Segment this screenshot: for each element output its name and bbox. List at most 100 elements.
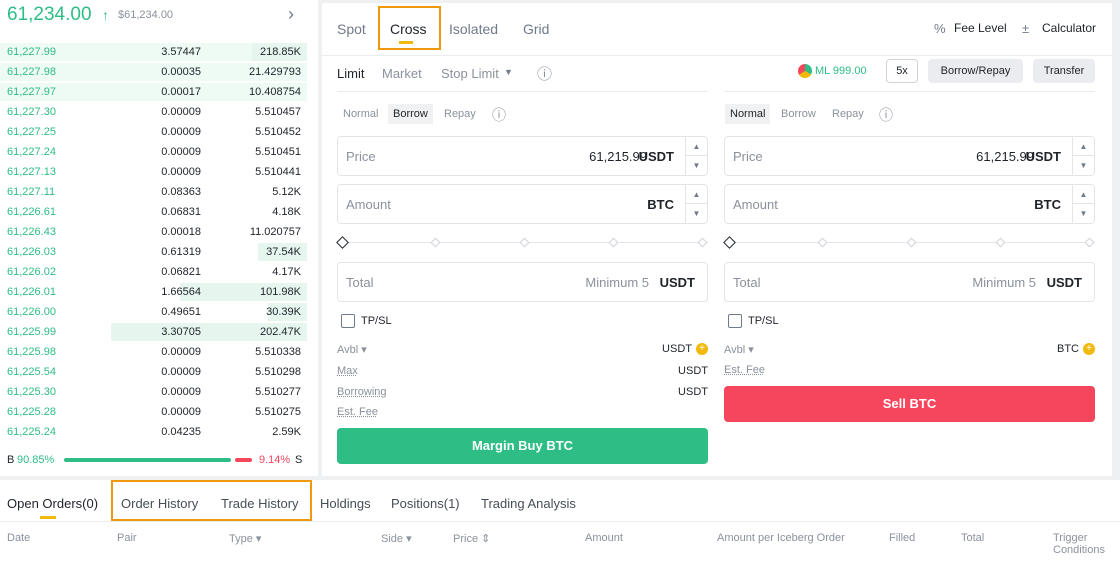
order-book-row[interactable]: 61,226.61 0.06831 4.18K	[0, 202, 318, 222]
order-book-row[interactable]: 61,225.98 0.00009 5.510338	[0, 342, 318, 362]
sell-amount-stepper[interactable]: ▲ ▼	[1072, 185, 1094, 223]
buy-price-stepper[interactable]: ▲ ▼	[685, 137, 707, 175]
stepper-up-icon[interactable]: ▲	[1073, 137, 1094, 156]
sell-avbl-value: BTC +	[1057, 343, 1095, 356]
order-book-row[interactable]: 61,225.54 0.00009 5.510298	[0, 362, 318, 382]
margin-buy-button[interactable]: Margin Buy BTC	[337, 428, 708, 464]
order-book-row[interactable]: 61,227.97 0.00017 10.408754	[0, 82, 318, 102]
order-book-row[interactable]: 61,226.00 0.49651 30.39K	[0, 302, 318, 322]
sell-total-placeholder: Minimum 5	[972, 275, 1036, 290]
sell-mode-borrow[interactable]: Borrow	[781, 108, 816, 120]
tab-isolated[interactable]: Isolated	[449, 21, 498, 37]
divider	[0, 521, 1120, 522]
sell-ratio-fill	[234, 458, 252, 462]
tab-open-orders[interactable]: Open Orders(0)	[7, 496, 98, 511]
buy-price-label: Price	[346, 149, 376, 164]
tab-trading-analysis[interactable]: Trading Analysis	[481, 496, 576, 511]
sell-ratio-label: S	[295, 454, 303, 466]
row-quantity: 0.06821	[161, 266, 201, 278]
sell-price-stepper[interactable]: ▲ ▼	[1072, 137, 1094, 175]
sell-amount-slider[interactable]	[723, 236, 1095, 250]
fee-level-link[interactable]: Fee Level	[954, 21, 1007, 35]
order-type-market[interactable]: Market	[382, 66, 422, 81]
order-book-row[interactable]: 61,226.02 0.06821 4.17K	[0, 262, 318, 282]
stepper-up-icon[interactable]: ▲	[686, 185, 707, 204]
sell-price-field[interactable]: Price 61,215.99 USDT ▲ ▼	[724, 136, 1095, 176]
tab-holdings[interactable]: Holdings	[320, 496, 371, 511]
row-total: 5.510441	[255, 166, 301, 178]
sell-avbl-label[interactable]: Avbl ▾	[724, 343, 754, 356]
info-icon[interactable]: ⓘ	[879, 105, 893, 125]
last-price: 61,234.00	[7, 4, 92, 25]
order-type-limit[interactable]: Limit	[337, 66, 364, 81]
stepper-down-icon[interactable]: ▼	[1073, 156, 1094, 175]
buy-price-field[interactable]: Price 61,215.99 USDT ▲ ▼	[337, 136, 708, 176]
buy-tpsl-checkbox[interactable]	[341, 314, 355, 328]
info-icon[interactable]: ⓘ	[492, 105, 506, 125]
sell-est-fee-label: Est. Fee	[724, 364, 765, 376]
sell-button[interactable]: Sell BTC	[724, 386, 1095, 422]
order-book-row[interactable]: 61,227.24 0.00009 5.510451	[0, 142, 318, 162]
chevron-right-icon[interactable]: ›	[288, 4, 294, 25]
slider-handle[interactable]	[723, 236, 736, 249]
buy-mode-normal[interactable]: Normal	[343, 108, 378, 120]
buy-mode-borrow[interactable]: Borrow	[388, 104, 433, 124]
stepper-down-icon[interactable]: ▼	[686, 204, 707, 223]
order-type-stop-limit[interactable]: Stop Limit	[441, 66, 499, 81]
order-book-row[interactable]: 61,227.30 0.00009 5.510457	[0, 102, 318, 122]
stepper-down-icon[interactable]: ▼	[1073, 204, 1094, 223]
order-book-row[interactable]: 61,225.24 0.04235 2.59K	[0, 422, 318, 442]
add-funds-icon[interactable]: +	[696, 343, 708, 356]
sell-tpsl-checkbox[interactable]	[728, 314, 742, 328]
tab-trade-history[interactable]: Trade History	[221, 496, 299, 511]
add-funds-icon[interactable]: +	[1083, 343, 1095, 356]
order-book-row[interactable]: 61,227.11 0.08363 5.12K	[0, 182, 318, 202]
order-book-row[interactable]: 61,225.28 0.00009 5.510275	[0, 402, 318, 422]
tab-spot[interactable]: Spot	[337, 21, 366, 37]
order-book-row[interactable]: 61,226.43 0.00018 11.020757	[0, 222, 318, 242]
sell-total-field[interactable]: Total Minimum 5 USDT	[724, 262, 1095, 302]
borrow-repay-button[interactable]: Borrow/Repay	[928, 59, 1023, 83]
order-book-row[interactable]: 61,225.30 0.00009 5.510277	[0, 382, 318, 402]
order-book-row[interactable]: 61,227.25 0.00009 5.510452	[0, 122, 318, 142]
stepper-up-icon[interactable]: ▲	[1073, 185, 1094, 204]
buy-max-unit: USDT	[678, 365, 708, 377]
tab-grid[interactable]: Grid	[523, 21, 549, 37]
col-price[interactable]: Price ⇕	[453, 532, 490, 545]
info-icon[interactable]: ⓘ	[537, 63, 552, 84]
col-filled: Filled	[889, 532, 916, 544]
tab-order-history[interactable]: Order History	[121, 496, 198, 511]
sell-mode-normal[interactable]: Normal	[725, 104, 771, 124]
transfer-button[interactable]: Transfer	[1033, 59, 1095, 83]
row-total: 5.510275	[255, 406, 301, 418]
buy-mode-repay[interactable]: Repay	[444, 108, 476, 120]
buy-avbl-label[interactable]: Avbl ▾	[337, 343, 367, 356]
row-quantity: 0.49651	[161, 306, 201, 318]
order-book-row[interactable]: 61,225.99 3.30705 202.47K	[0, 322, 318, 342]
buy-amount-field[interactable]: Amount BTC ▲ ▼	[337, 184, 708, 224]
sell-amount-field[interactable]: Amount BTC ▲ ▼	[724, 184, 1095, 224]
row-total: 37.54K	[266, 246, 301, 258]
order-book-row[interactable]: 61,227.13 0.00009 5.510441	[0, 162, 318, 182]
order-book-row[interactable]: 61,226.03 0.61319 37.54K	[0, 242, 318, 262]
slider-handle[interactable]	[336, 236, 349, 249]
sell-mode-repay[interactable]: Repay	[832, 108, 864, 120]
calculator-link[interactable]: Calculator	[1042, 21, 1096, 35]
col-side[interactable]: Side ▾	[381, 532, 412, 545]
order-book-row[interactable]: 61,227.99 3.57447 218.85K	[0, 42, 318, 62]
leverage-button[interactable]: 5x	[886, 59, 918, 83]
order-book-row[interactable]: 61,226.01 1.66564 101.98K	[0, 282, 318, 302]
buy-price-unit: USDT	[638, 149, 674, 164]
row-price: 61,226.00	[7, 306, 56, 318]
stepper-down-icon[interactable]: ▼	[686, 156, 707, 175]
buy-amount-stepper[interactable]: ▲ ▼	[685, 185, 707, 223]
col-type[interactable]: Type ▾	[229, 532, 261, 545]
margin-level: ML 999.00	[815, 65, 867, 77]
buy-amount-slider[interactable]	[336, 236, 708, 250]
percent-icon: %	[934, 21, 946, 36]
tab-cross[interactable]: Cross	[390, 21, 427, 37]
buy-total-field[interactable]: Total Minimum 5 USDT	[337, 262, 708, 302]
tab-positions[interactable]: Positions(1)	[391, 496, 460, 511]
order-book-row[interactable]: 61,227.98 0.00035 21.429793	[0, 62, 318, 82]
stepper-up-icon[interactable]: ▲	[686, 137, 707, 156]
